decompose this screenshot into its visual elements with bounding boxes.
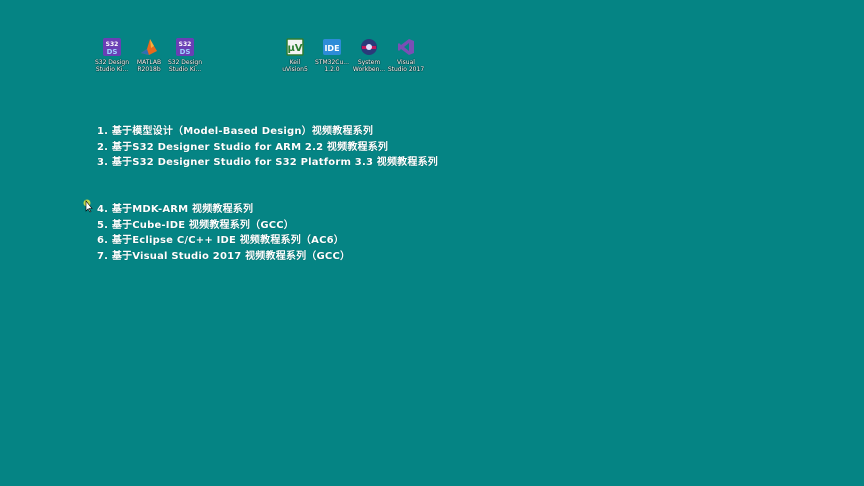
visual-studio-2017-shortcut[interactable]: Visual Studio 2017 [386, 37, 426, 73]
list-item: 7. 基于Visual Studio 2017 视频教程系列（GCC） [97, 250, 351, 262]
icon-label: System Workben... [352, 59, 386, 73]
list-item: 4. 基于MDK-ARM 视频教程系列 [97, 204, 254, 215]
icon-label: S32 Design Studio Ki... [167, 59, 203, 73]
stm32cubeide-shortcut[interactable]: IDE STM32Cu... 1.2.0 [312, 37, 352, 73]
list-item: 6. 基于Eclipse C/C++ IDE 视频教程系列（AC6） [97, 235, 344, 246]
keil-uvision5-shortcut[interactable]: µV Keil uVision5 [275, 37, 315, 73]
list-item: 3. 基于S32 Designer Studio for S32 Platfor… [97, 157, 438, 168]
matlab-shortcut[interactable]: MATLAB R2018b [129, 37, 169, 73]
icon-label: Keil uVision5 [282, 59, 308, 73]
svg-text:µV: µV [287, 43, 302, 54]
svg-text:IDE: IDE [324, 44, 339, 53]
icon-label: Visual Studio 2017 [387, 59, 425, 73]
tutorial-list-group-2: 4. 基于MDK-ARM 视频教程系列 5. 基于Cube-IDE 视频教程系列… [97, 202, 350, 264]
vs-logo-icon [398, 39, 414, 55]
matlab-peak-icon [141, 39, 157, 55]
svg-text:S32: S32 [106, 41, 119, 48]
icon-label: S32 Design Studio Ki... [94, 59, 130, 73]
s32ds-kinetis-shortcut[interactable]: S32 DS S32 Design Studio Ki... [92, 37, 132, 73]
svg-text:S32: S32 [179, 41, 192, 48]
list-item: 1. 基于模型设计（Model-Based Design）视频教程系列 [97, 126, 374, 137]
system-workbench-shortcut[interactable]: System Workben... [349, 37, 389, 73]
tutorial-list-group-1: 1. 基于模型设计（Model-Based Design）视频教程系列 2. 基… [97, 124, 438, 171]
list-item: 2. 基于S32 Designer Studio for ARM 2.2 视频教… [97, 141, 389, 153]
s32-logo-icon: S32 DS [103, 38, 121, 56]
svg-text:DS: DS [107, 48, 118, 56]
workbench-logo-icon [361, 39, 377, 55]
keil-logo-icon: µV [286, 38, 304, 56]
mouse-cursor-icon [83, 199, 93, 213]
svg-text:DS: DS [180, 48, 191, 56]
ide-badge-icon: IDE [323, 39, 341, 55]
icon-label: MATLAB R2018b [136, 59, 162, 73]
s32ds-kinetis-shortcut-2[interactable]: S32 DS S32 Design Studio Ki... [165, 37, 205, 73]
desktop: S32 DS S32 Design Studio Ki... MATLAB R2… [0, 0, 864, 486]
list-item: 5. 基于Cube-IDE 视频教程系列（GCC） [97, 219, 295, 231]
s32-logo-icon: S32 DS [176, 38, 194, 56]
icon-label: STM32Cu... 1.2.0 [315, 59, 349, 73]
